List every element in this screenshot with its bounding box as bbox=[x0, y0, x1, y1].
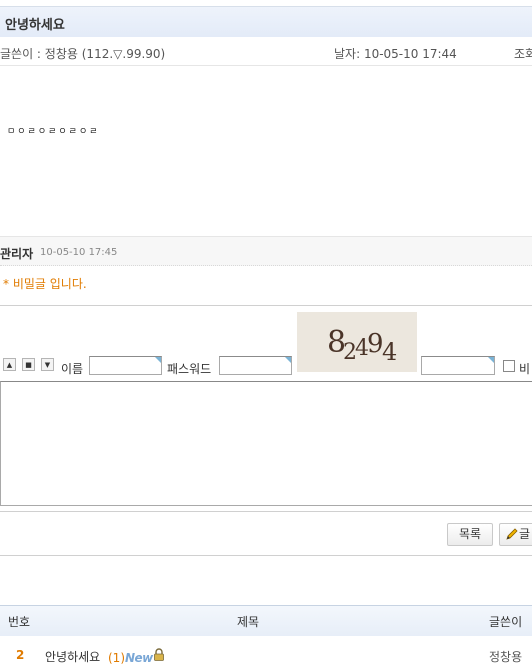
row-subject[interactable]: 안녕하세요 bbox=[45, 648, 100, 665]
divider bbox=[0, 555, 532, 556]
divider bbox=[0, 305, 532, 306]
col-num: 번호 bbox=[8, 615, 31, 629]
write-button[interactable]: 글 bbox=[499, 523, 532, 546]
post-title-bar: 안녕하세요 bbox=[0, 6, 532, 37]
password-label: 패스워드 bbox=[167, 362, 212, 376]
textarea-reset-button[interactable]: ■ bbox=[22, 358, 35, 371]
captcha-graphic: 8 2 4 9 4 bbox=[327, 325, 397, 366]
col-author: 글쓴이 bbox=[489, 615, 523, 629]
post-title: 안녕하세요 bbox=[5, 18, 65, 33]
row-num: 2 bbox=[16, 648, 25, 662]
comment-text: * 비밀글 입니다. bbox=[3, 277, 87, 291]
post-author: 글쓴이 : 정창용 (112.▽.99.90) bbox=[0, 47, 166, 61]
secret-checkbox[interactable] bbox=[503, 360, 515, 372]
textarea-expand-button[interactable]: ▼ bbox=[41, 358, 54, 371]
post-meta: 글쓴이 : 정창용 (112.▽.99.90) 날자: 10-05-10 17:… bbox=[0, 37, 532, 66]
password-field[interactable] bbox=[219, 356, 292, 375]
new-icon: New bbox=[125, 651, 153, 665]
name-label: 이름 bbox=[61, 362, 84, 376]
comment-date: 10-05-10 17:45 bbox=[40, 247, 118, 258]
col-subject: 제목 bbox=[237, 615, 260, 629]
comment-textarea[interactable] bbox=[0, 381, 532, 506]
name-field[interactable] bbox=[89, 356, 162, 375]
captcha-field[interactable] bbox=[421, 356, 495, 375]
comment-header: 관리자 10-05-10 17:45 bbox=[0, 236, 532, 266]
post-body: ㅁㅇㄹㅇㄹㅇㄹㅇㄹ bbox=[7, 127, 100, 137]
row-comment-count: (1) bbox=[108, 651, 125, 665]
table-row[interactable]: 2 안녕하세요 (1) New 정창용 bbox=[0, 643, 532, 667]
divider bbox=[0, 511, 532, 512]
list-table-header: 번호 제목 글쓴이 bbox=[0, 605, 532, 636]
pencil-icon bbox=[506, 528, 518, 540]
lock-icon bbox=[153, 648, 165, 664]
post-date: 날자: 10-05-10 17:44 bbox=[334, 47, 457, 61]
author-ip: (112.▽.99.90) bbox=[81, 47, 166, 61]
captcha-char: 4 bbox=[382, 338, 397, 366]
post-views-label: 조회 bbox=[514, 47, 532, 61]
secret-label: 비 bbox=[519, 362, 531, 376]
row-author: 정창용 bbox=[489, 650, 523, 664]
comment-author: 관리자 bbox=[0, 247, 34, 261]
textarea-shrink-button[interactable]: ▲ bbox=[3, 358, 16, 371]
list-button[interactable]: 목록 bbox=[447, 523, 493, 546]
captcha-image: 8 2 4 9 4 bbox=[297, 312, 417, 372]
write-button-label: 글 bbox=[519, 527, 531, 541]
